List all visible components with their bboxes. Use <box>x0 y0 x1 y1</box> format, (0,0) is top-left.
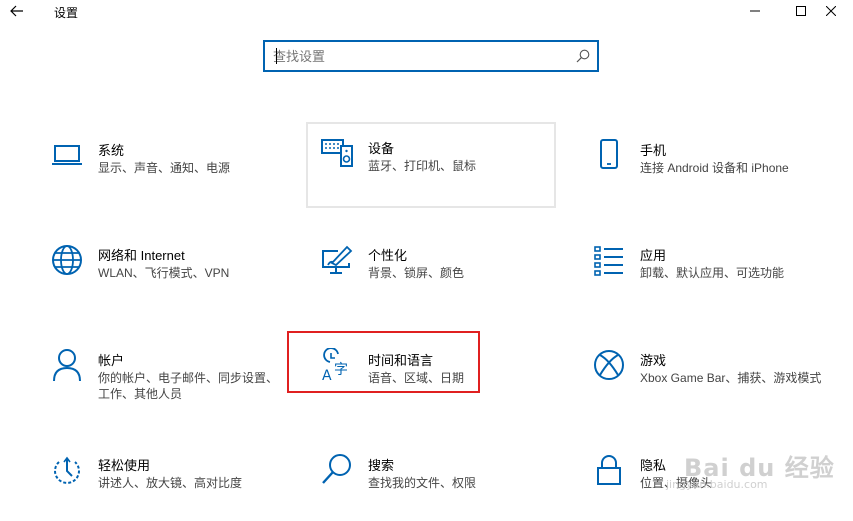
tile-personalization[interactable]: 个性化 背景、锁屏、颜色 <box>310 229 560 315</box>
search-box[interactable] <box>263 40 599 72</box>
title-bar: 设置 <box>0 0 853 24</box>
tile-time-language[interactable]: A 字 时间和语言 语音、区域、日期 <box>310 334 560 420</box>
tile-title: 个性化 <box>368 248 408 263</box>
back-button[interactable] <box>6 0 28 22</box>
laptop-icon <box>52 145 82 165</box>
search-input[interactable] <box>273 46 563 66</box>
tile-description: 位置、摄像头 <box>640 476 713 490</box>
lock-icon <box>597 455 621 485</box>
time-language-icon: A 字 <box>322 348 348 382</box>
tile-description: 连接 Android 设备和 iPhone <box>640 161 789 175</box>
tile-ease-of-access[interactable]: 轻松使用 讲述人、放大镜、高对比度 <box>40 439 290 521</box>
tile-description: 讲述人、放大镜、高对比度 <box>98 476 243 490</box>
back-arrow-icon <box>10 5 23 17</box>
tile-apps[interactable]: 应用 卸载、默认应用、可选功能 <box>582 229 832 315</box>
text-caret <box>276 48 277 64</box>
tile-description: 卸载、默认应用、可选功能 <box>640 266 785 280</box>
maximize-icon <box>796 6 806 16</box>
tile-title: 隐私 <box>640 458 667 473</box>
tile-title: 帐户 <box>98 353 125 368</box>
tile-description: 蓝牙、打印机、鼠标 <box>368 159 477 173</box>
ease-of-access-icon <box>54 456 80 484</box>
app-title: 设置 <box>54 6 79 20</box>
tile-description: 语音、区域、日期 <box>368 371 465 385</box>
tile-title: 手机 <box>640 143 667 158</box>
tile-network[interactable]: 网络和 Internet WLAN、飞行模式、VPN <box>40 229 290 315</box>
tile-phone[interactable]: 手机 连接 Android 设备和 iPhone <box>582 124 832 210</box>
globe-icon <box>52 245 82 275</box>
svg-text:A: A <box>322 368 332 382</box>
tile-title: 应用 <box>640 248 667 263</box>
phone-icon <box>600 139 618 169</box>
tile-title: 设备 <box>368 141 395 156</box>
tile-title: 系统 <box>98 143 125 158</box>
tile-description: WLAN、飞行模式、VPN <box>98 266 230 280</box>
minimize-icon <box>750 10 760 12</box>
app-list-icon <box>594 246 623 276</box>
xbox-icon <box>594 350 624 380</box>
close-button[interactable] <box>808 0 853 22</box>
tile-privacy[interactable]: 隐私 位置、摄像头 <box>582 439 832 521</box>
tile-description: 显示、声音、通知、电源 <box>98 161 231 175</box>
tile-description: 背景、锁屏、颜色 <box>368 266 465 280</box>
tile-gaming[interactable]: 游戏 Xbox Game Bar、捕获、游戏模式 <box>582 334 832 420</box>
search-icon[interactable] <box>576 49 590 63</box>
minimize-button[interactable] <box>732 0 778 22</box>
tile-accounts[interactable]: 帐户 你的帐户、电子邮件、同步设置、工作、其他人员 <box>40 334 290 420</box>
close-icon <box>826 6 836 16</box>
tile-title: 时间和语言 <box>368 353 434 368</box>
tile-devices[interactable]: 设备 蓝牙、打印机、鼠标 <box>306 122 556 208</box>
tile-description: Xbox Game Bar、捕获、游戏模式 <box>640 371 822 385</box>
tile-description: 查找我的文件、权限 <box>368 476 477 490</box>
tile-system[interactable]: 系统 显示、声音、通知、电源 <box>40 124 290 210</box>
tile-title: 网络和 Internet <box>98 248 185 263</box>
tile-search[interactable]: 搜索 查找我的文件、权限 <box>310 439 560 521</box>
person-icon <box>53 349 81 382</box>
tile-title: 轻松使用 <box>98 458 151 473</box>
search-icon <box>322 454 351 484</box>
tile-description: 你的帐户、电子邮件、同步设置、工作、其他人员 <box>98 371 279 401</box>
tile-title: 游戏 <box>640 353 667 368</box>
keyboard-speaker-icon <box>321 139 353 167</box>
paint-monitor-icon <box>322 245 353 274</box>
svg-text:字: 字 <box>334 362 348 378</box>
tile-title: 搜索 <box>368 458 395 473</box>
